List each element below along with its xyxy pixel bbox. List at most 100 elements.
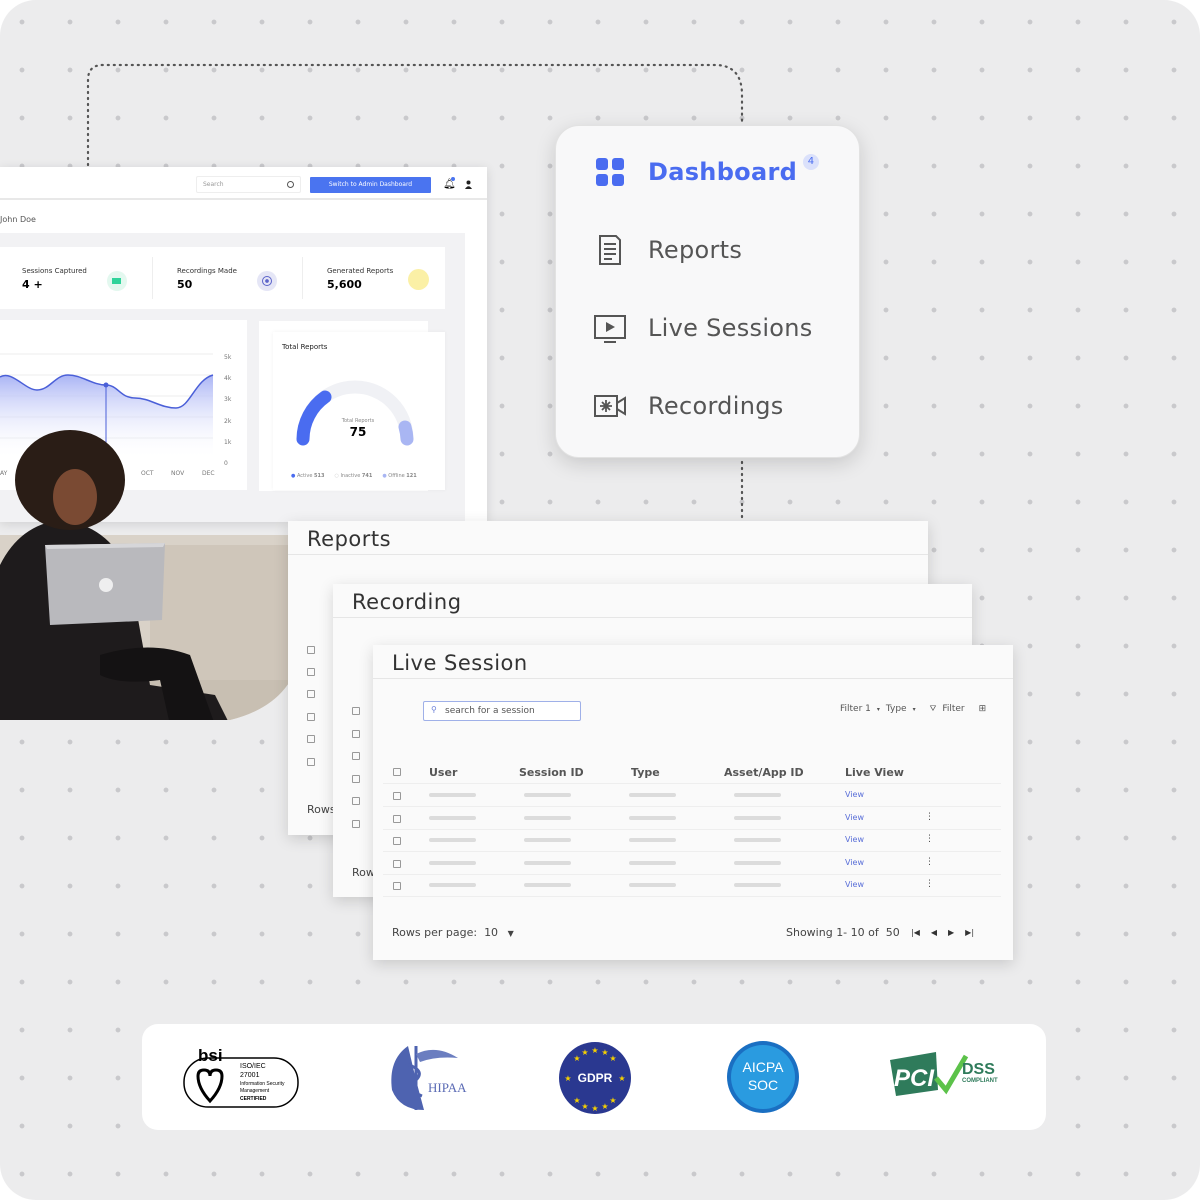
- play-screen-icon: [594, 315, 626, 343]
- row-checkbox[interactable]: [393, 882, 401, 890]
- svg-text:CERTIFIED: CERTIFIED: [240, 1096, 267, 1102]
- view-link[interactable]: View: [845, 835, 864, 844]
- session-search-input[interactable]: ⚲ search for a session: [423, 701, 581, 721]
- grid-icon: [596, 158, 624, 186]
- column-header-user[interactable]: User: [429, 766, 457, 779]
- row-checkbox[interactable]: [307, 646, 315, 654]
- svg-text:★: ★: [564, 1074, 571, 1083]
- search-icon: ⚲: [431, 705, 437, 714]
- row-checkbox[interactable]: [393, 837, 401, 845]
- placeholder-cell: [629, 860, 676, 865]
- row-checkbox[interactable]: [307, 713, 315, 721]
- y-tick: 4k: [224, 375, 232, 383]
- filter1-dropdown[interactable]: Filter 1: [840, 704, 871, 714]
- menu-label: Recordings: [648, 392, 784, 420]
- svg-text:Information Security: Information Security: [240, 1081, 285, 1087]
- stat-value: 5,600: [327, 278, 362, 291]
- panel-title: Live Session: [373, 645, 1013, 679]
- switch-admin-button[interactable]: Switch to Admin Dashboard: [310, 177, 431, 193]
- column-header-session-id[interactable]: Session ID: [519, 766, 584, 779]
- svg-text:PCI: PCI: [894, 1065, 935, 1092]
- row-checkbox[interactable]: [393, 859, 401, 868]
- columns-grid-icon[interactable]: ⊞: [979, 704, 987, 714]
- stat-value: 4 +: [22, 278, 43, 291]
- row-checkbox[interactable]: [352, 797, 360, 805]
- svg-text:ISO/IEC: ISO/IEC: [240, 1063, 266, 1070]
- row-checkbox[interactable]: [352, 707, 360, 715]
- row-divider: [383, 828, 1001, 830]
- row-checkbox[interactable]: [307, 690, 315, 698]
- svg-text:★: ★: [601, 1102, 608, 1111]
- stat-label: Recordings Made: [177, 267, 237, 275]
- first-page-icon[interactable]: |◀: [911, 928, 920, 937]
- row-checkbox[interactable]: [393, 814, 401, 823]
- row-checkbox[interactable]: [393, 792, 401, 800]
- placeholder-cell: [629, 883, 676, 887]
- search-placeholder: search for a session: [445, 706, 535, 716]
- woman-with-laptop-photo: [0, 430, 300, 720]
- filter-button[interactable]: Filter: [942, 704, 964, 714]
- rows-per-page-select[interactable]: 10: [484, 926, 498, 939]
- row-checkbox[interactable]: [307, 758, 315, 766]
- svg-text:GDPR: GDPR: [578, 1071, 613, 1085]
- type-dropdown[interactable]: Type: [886, 704, 907, 714]
- svg-text:★: ★: [573, 1096, 580, 1105]
- row-checkbox[interactable]: [352, 752, 360, 760]
- row-checkbox[interactable]: [307, 668, 315, 676]
- menu-item-recordings[interactable]: Recordings: [594, 390, 784, 422]
- more-options-icon[interactable]: ⋮: [925, 834, 934, 844]
- dashboard-badge: 4: [803, 154, 820, 170]
- stat-recordings: Recordings Made 50: [177, 267, 237, 291]
- chevron-down-icon[interactable]: ▼: [508, 929, 514, 938]
- rows-per-page-label: Rows: [307, 803, 336, 816]
- search-input[interactable]: Search: [196, 176, 301, 193]
- search-placeholder: Search: [203, 181, 224, 188]
- placeholder-cell: [629, 815, 676, 820]
- more-options-icon[interactable]: ⋮: [925, 857, 934, 867]
- prev-page-icon[interactable]: ◀: [931, 928, 937, 937]
- rows-per-page: Rows per page: 10 ▼: [392, 926, 514, 939]
- view-link[interactable]: View: [845, 813, 864, 822]
- more-options-icon[interactable]: ⋮: [925, 879, 934, 889]
- view-link[interactable]: View: [845, 858, 864, 867]
- svg-text:Management: Management: [240, 1088, 270, 1094]
- svg-text:★: ★: [618, 1074, 625, 1083]
- pci-dss-logo: PCI DSS COMPLIANT: [890, 1052, 998, 1096]
- row-checkbox[interactable]: [352, 730, 360, 738]
- menu-item-reports[interactable]: Reports: [594, 234, 742, 266]
- placeholder-cell: [429, 860, 476, 865]
- column-header-asset-id[interactable]: Asset/App ID: [724, 766, 804, 779]
- placeholder-cell: [629, 838, 676, 842]
- menu-item-dashboard[interactable]: Dashboard 4: [594, 154, 820, 188]
- svg-text:DSS: DSS: [962, 1061, 995, 1078]
- more-options-icon[interactable]: ⋮: [925, 812, 934, 822]
- svg-text:★: ★: [601, 1048, 608, 1057]
- column-header-type[interactable]: Type: [631, 766, 660, 779]
- view-link[interactable]: View: [845, 880, 864, 889]
- placeholder-cell: [734, 838, 781, 842]
- search-icon: [287, 181, 294, 188]
- menu-label: Live Sessions: [648, 314, 813, 342]
- row-checkbox[interactable]: [352, 775, 360, 783]
- placeholder-cell: [524, 838, 571, 842]
- gauge-legend: ● Active 513 ○ Inactive 741 ● Offline 12…: [291, 473, 417, 479]
- svg-text:★: ★: [581, 1102, 588, 1111]
- rows-per-page-label: Rows per page:: [392, 926, 478, 939]
- view-link[interactable]: View: [845, 790, 864, 799]
- last-page-icon[interactable]: ▶|: [965, 928, 974, 937]
- video-camera-icon: [107, 271, 127, 291]
- svg-text:bsi: bsi: [198, 1046, 223, 1065]
- row-checkbox[interactable]: [307, 735, 315, 743]
- select-all-checkbox[interactable]: [393, 768, 401, 776]
- next-page-icon[interactable]: ▶: [948, 928, 954, 937]
- placeholder-cell: [734, 815, 781, 820]
- menu-item-live-sessions[interactable]: Live Sessions: [594, 312, 813, 344]
- column-header-live-view[interactable]: Live View: [845, 766, 904, 779]
- placeholder-cell: [629, 793, 676, 797]
- svg-text:★: ★: [609, 1054, 616, 1063]
- report-document-icon: [599, 235, 621, 265]
- row-divider: [383, 783, 1001, 784]
- placeholder-cell: [524, 793, 571, 797]
- user-icon[interactable]: [464, 180, 473, 189]
- row-checkbox[interactable]: [352, 820, 360, 828]
